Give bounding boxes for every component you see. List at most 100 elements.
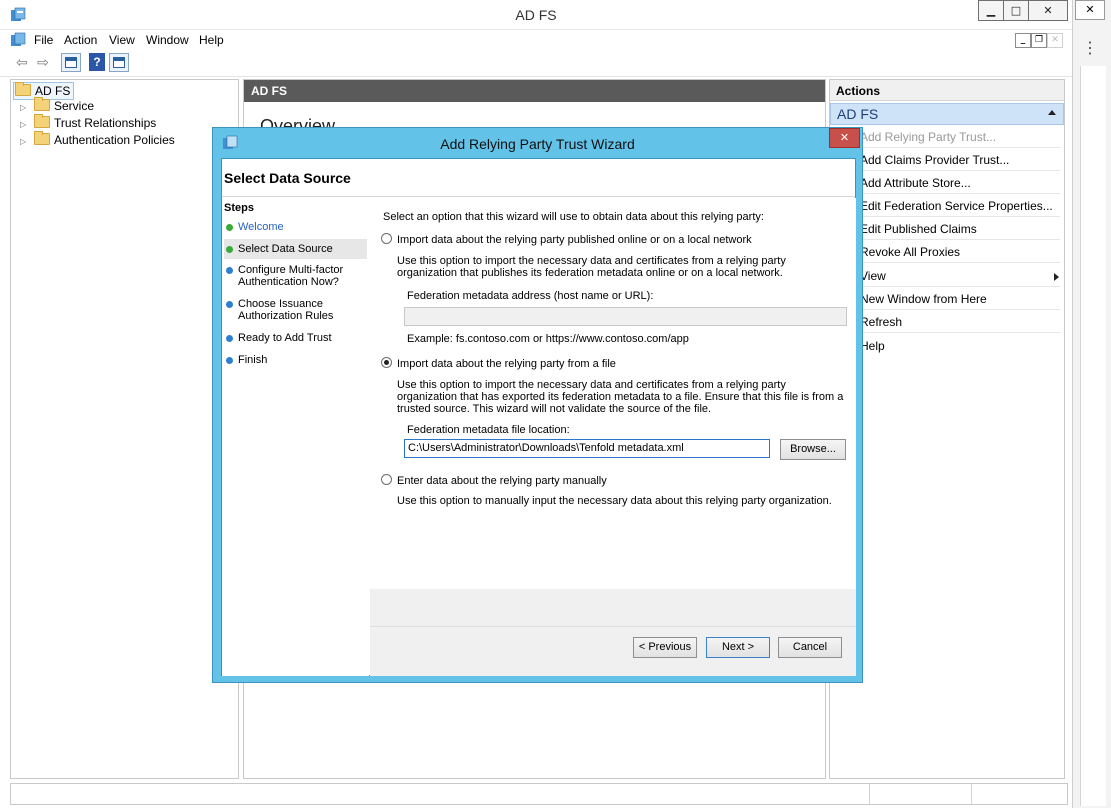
radio-import-file[interactable] (381, 357, 392, 368)
minimize-button[interactable]: ▁ (978, 0, 1004, 21)
actions-pane: Actions AD FS Add Relying Party Trust...… (829, 79, 1065, 779)
step-select-data-source[interactable]: Select Data Source (224, 239, 367, 259)
toolbar: ⇦ ⇨ ? (0, 50, 1072, 77)
status-segment (971, 784, 972, 804)
status-bar (10, 783, 1068, 805)
outer-scrollbar[interactable] (1080, 66, 1106, 806)
expand-arrow-icon[interactable]: ▷ (20, 120, 30, 129)
action-add-attribute-store[interactable]: Add Attribute Store... (860, 176, 1060, 190)
radio-import-online-label[interactable]: Import data about the relying party publ… (397, 234, 752, 246)
step-status-icon (226, 335, 233, 342)
expand-arrow-icon[interactable]: ▷ (20, 103, 30, 112)
forward-arrow-icon[interactable]: ⇨ (33, 52, 53, 72)
step-status-icon (226, 357, 233, 364)
tree-item-service[interactable]: ▷ Service (20, 97, 94, 113)
wizard-steps-panel: Steps Welcome Select Data Source Configu… (222, 198, 369, 676)
step-choose-issuance-rules: Choose Issuance Authorization Rules (224, 298, 367, 326)
previous-button[interactable]: < Previous (633, 637, 697, 658)
window-title: AD FS (515, 7, 557, 23)
action-edit-published-claims[interactable]: Edit Published Claims (860, 222, 1060, 236)
action-refresh[interactable]: Refresh (860, 315, 1060, 329)
show-hide-console-tree-icon[interactable] (61, 53, 81, 72)
tree-item-trust-relationships[interactable]: ▷ Trust Relationships (20, 114, 156, 130)
center-header: AD FS (244, 80, 825, 102)
metadata-address-input[interactable] (404, 307, 847, 326)
divider (860, 309, 1060, 310)
divider (860, 332, 1060, 333)
radio-import-file-label[interactable]: Import data about the relying party from… (397, 358, 616, 370)
radio-import-online[interactable] (381, 233, 392, 244)
help-icon[interactable]: ? (89, 53, 105, 71)
action-add-relying-party-trust[interactable]: Add Relying Party Trust... (860, 130, 1060, 144)
tree-root-adfs[interactable]: AD FS (13, 82, 75, 100)
folder-icon (15, 82, 31, 96)
radio-enter-manually-label[interactable]: Enter data about the relying party manua… (397, 475, 607, 487)
menu-bar: File Action View Window Help (0, 30, 1072, 50)
wizard-title-bar: Add Relying Party Trust Wizard ✕ (213, 128, 862, 158)
step-welcome[interactable]: Welcome (224, 217, 367, 237)
wizard-page-title: Select Data Source (224, 170, 351, 186)
radio-enter-manually[interactable] (381, 474, 392, 485)
child-restore-button[interactable]: ❐ (1031, 33, 1047, 48)
option-manual-description: Use this option to manually input the ne… (397, 495, 832, 507)
divider (860, 239, 1060, 240)
step-status-icon (226, 246, 233, 253)
option-file-description: Use this option to import the necessary … (397, 379, 844, 415)
action-view[interactable]: View (860, 269, 1060, 283)
action-revoke-all-proxies[interactable]: Revoke All Proxies (860, 245, 1060, 259)
show-hide-action-pane-icon[interactable] (109, 53, 129, 72)
metadata-file-input[interactable]: C:\Users\Administrator\Downloads\Tenfold… (404, 439, 770, 458)
action-new-window-from-here[interactable]: New Window from Here (860, 292, 1060, 306)
menu-file[interactable]: File (34, 33, 53, 47)
actions-group-adfs[interactable]: AD FS (830, 103, 1064, 125)
menu-action[interactable]: Action (64, 33, 97, 47)
collapse-arrow-icon[interactable] (1048, 110, 1056, 115)
browse-button[interactable]: Browse... (780, 439, 846, 460)
back-arrow-icon[interactable]: ⇦ (12, 52, 32, 72)
metadata-file-label: Federation metadata file location: (407, 424, 570, 436)
more-options-icon[interactable]: ⋮ (1075, 34, 1105, 64)
adfs-menu-icon (11, 32, 26, 46)
outer-close-icon[interactable]: ✕ (1075, 0, 1105, 20)
steps-label: Steps (224, 202, 254, 214)
tree-root-label: AD FS (35, 84, 71, 98)
divider (860, 216, 1060, 217)
folder-icon (34, 131, 50, 145)
divider (860, 286, 1060, 287)
next-button[interactable]: Next > (706, 637, 770, 658)
divider (860, 193, 1060, 194)
option-online-description: Use this option to import the necessary … (397, 255, 786, 279)
child-minimize-button[interactable]: _ (1015, 33, 1031, 48)
step-finish: Finish (224, 354, 367, 370)
step-label: Ready to Add Trust (238, 332, 332, 344)
tree-item-authentication-policies[interactable]: ▷ Authentication Policies (20, 131, 175, 147)
menu-window[interactable]: Window (146, 33, 189, 47)
maximize-button[interactable]: □ (1003, 0, 1029, 21)
wizard-footer: < Previous Next > Cancel (370, 626, 856, 676)
divider (860, 147, 1060, 148)
step-ready-to-add-trust: Ready to Add Trust (224, 332, 367, 348)
intro-text: Select an option that this wizard will u… (383, 211, 764, 223)
tree-item-label: Authentication Policies (54, 133, 175, 147)
action-add-claims-provider-trust[interactable]: Add Claims Provider Trust... (860, 153, 1060, 167)
expand-arrow-icon[interactable]: ▷ (20, 137, 30, 146)
action-edit-federation-service-properties[interactable]: Edit Federation Service Properties... (860, 199, 1060, 213)
action-help[interactable]: Help (860, 339, 1060, 353)
wizard-close-button[interactable]: ✕ (829, 128, 860, 148)
divider (860, 262, 1060, 263)
step-label: Finish (238, 354, 268, 366)
wizard-content: Select an option that this wizard will u… (370, 198, 856, 626)
actions-header: Actions (830, 80, 1064, 101)
step-label: Select Data Source (238, 243, 333, 255)
submenu-arrow-icon (1054, 273, 1059, 281)
step-label: Configure Multi-factor Authentication No… (238, 264, 344, 288)
child-close-button[interactable]: ✕ (1047, 33, 1063, 48)
wizard-body: Select Data Source Steps Welcome Select … (221, 158, 856, 676)
wizard-title: Add Relying Party Trust Wizard (440, 136, 635, 152)
close-button[interactable]: ✕ (1028, 0, 1068, 21)
menu-help[interactable]: Help (199, 33, 224, 47)
title-bar: AD FS ▁ □ ✕ (0, 0, 1072, 30)
cancel-button[interactable]: Cancel (778, 637, 842, 658)
menu-view[interactable]: View (109, 33, 135, 47)
folder-icon (34, 114, 50, 128)
